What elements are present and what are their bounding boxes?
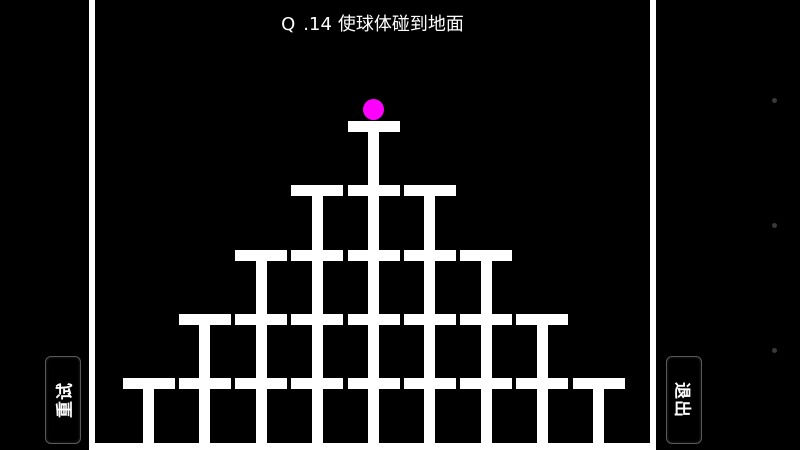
level-title: Q .14 使球体碰到地面 (95, 14, 650, 36)
level-number: .14 (303, 14, 332, 35)
block-post[interactable] (368, 196, 379, 250)
block-plank[interactable] (347, 249, 400, 261)
ground (89, 443, 656, 450)
nav-dot (772, 223, 777, 228)
block-plank[interactable] (347, 378, 400, 389)
magenta-ball (363, 99, 384, 120)
block-plank[interactable] (178, 313, 231, 325)
block-post[interactable] (368, 324, 379, 378)
block-post[interactable] (424, 389, 436, 443)
block-post[interactable] (368, 260, 379, 314)
block-plank[interactable] (460, 313, 512, 325)
block-plank[interactable] (347, 313, 400, 325)
block-plank[interactable] (347, 121, 400, 132)
block-post[interactable] (480, 324, 492, 378)
block-post[interactable] (368, 389, 379, 443)
block-plank[interactable] (235, 378, 287, 389)
block-post[interactable] (424, 196, 436, 250)
block-post[interactable] (424, 260, 436, 314)
block-plank[interactable] (291, 313, 344, 325)
block-plank[interactable] (122, 378, 175, 389)
block-post[interactable] (536, 389, 548, 443)
block-plank[interactable] (516, 313, 569, 325)
block-plank[interactable] (403, 378, 456, 389)
block-plank[interactable] (347, 185, 400, 197)
level-prefix-icon: Q (281, 14, 296, 35)
block-plank[interactable] (403, 185, 456, 197)
block-post[interactable] (199, 389, 211, 443)
block-plank[interactable] (178, 378, 231, 389)
block-post[interactable] (536, 324, 548, 378)
block-plank[interactable] (291, 185, 344, 197)
restart-button[interactable]: 重试 (45, 356, 81, 444)
block-plank[interactable] (460, 378, 512, 389)
block-post[interactable] (311, 196, 323, 250)
block-post[interactable] (480, 260, 492, 314)
block-post[interactable] (368, 132, 379, 186)
block-plank[interactable] (235, 313, 287, 325)
block-plank[interactable] (516, 378, 569, 389)
nav-dot (772, 98, 777, 103)
playfield-right-wall (650, 0, 656, 450)
level-instruction: 使球体碰到地面 (337, 14, 464, 35)
playfield-left-wall (89, 0, 95, 450)
block-post[interactable] (311, 389, 323, 443)
block-post[interactable] (311, 260, 323, 314)
block-post[interactable] (255, 260, 267, 314)
block-plank[interactable] (291, 378, 344, 389)
block-post[interactable] (424, 324, 436, 378)
nav-dot (772, 348, 777, 353)
block-plank[interactable] (572, 378, 625, 389)
block-post[interactable] (311, 324, 323, 378)
block-plank[interactable] (291, 249, 344, 261)
game-stage: Q .14 使球体碰到地面 重试 退出 (0, 0, 800, 450)
block-post[interactable] (480, 389, 492, 443)
block-post[interactable] (593, 389, 604, 443)
block-plank[interactable] (403, 249, 456, 261)
block-post[interactable] (255, 389, 267, 443)
exit-button-label: 退出 (671, 382, 692, 418)
restart-button-label: 重试 (55, 382, 76, 418)
block-post[interactable] (143, 389, 154, 443)
block-post[interactable] (199, 324, 211, 378)
exit-button[interactable]: 退出 (666, 356, 702, 444)
block-plank[interactable] (460, 249, 512, 261)
block-plank[interactable] (403, 313, 456, 325)
block-post[interactable] (255, 324, 267, 378)
block-plank[interactable] (235, 249, 287, 261)
